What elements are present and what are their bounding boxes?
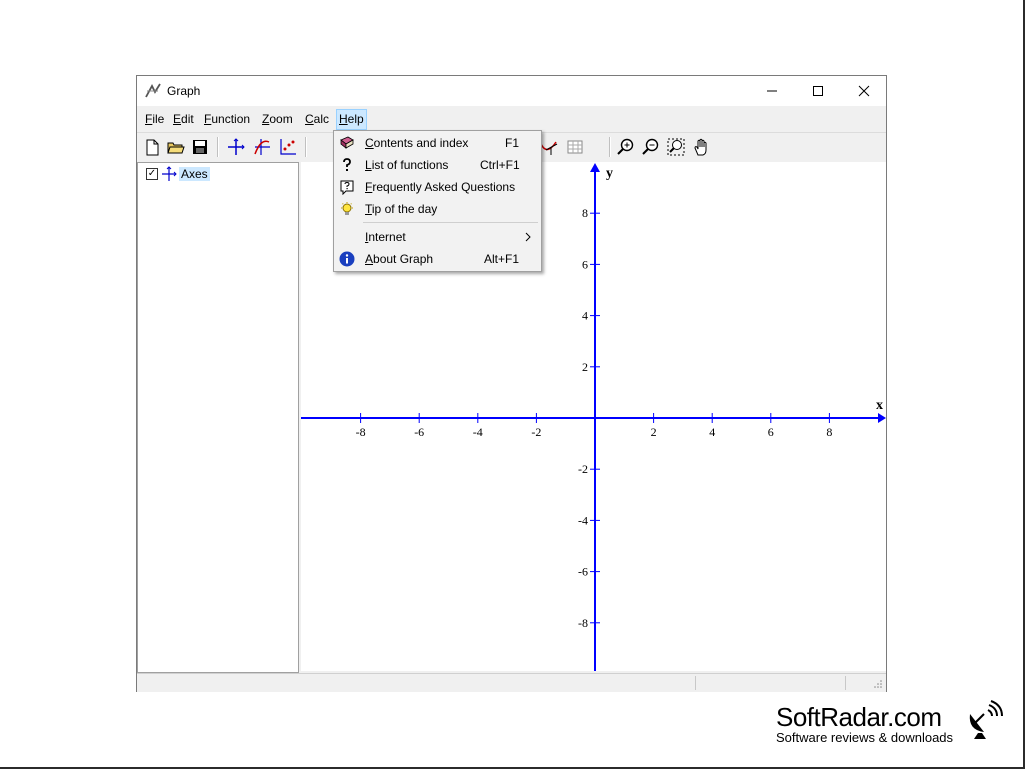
x-tick-label: 2 <box>651 425 657 439</box>
satellite-dish-icon <box>969 700 1003 739</box>
y-tick-label: 2 <box>582 360 588 374</box>
minimize-icon <box>767 90 777 92</box>
open-folder-icon[interactable] <box>165 136 187 158</box>
shortcut-label: F1 <box>505 136 520 150</box>
function-list-panel: ✓ Axes <box>137 162 299 673</box>
zoom-in-icon[interactable] <box>615 136 637 158</box>
zoom-out-icon[interactable] <box>640 136 662 158</box>
submenu-arrow-icon <box>525 232 531 242</box>
y-tick-label: 4 <box>582 309 588 323</box>
menu-edit[interactable]: Edit <box>171 110 196 129</box>
menu-function[interactable]: Function <box>202 110 252 129</box>
close-icon <box>858 85 870 97</box>
x-tick-label: -2 <box>531 425 541 439</box>
faq-icon <box>340 180 354 195</box>
y-tick-label: -2 <box>578 462 588 476</box>
pan-hand-icon[interactable] <box>691 136 713 158</box>
menu-help[interactable]: Help <box>336 109 367 130</box>
y-axis-arrow <box>590 163 600 172</box>
axes-icon <box>162 166 177 181</box>
title-bar[interactable]: Graph <box>137 76 886 106</box>
menu-zoom[interactable]: Zoom <box>260 110 295 129</box>
status-bar <box>137 673 886 692</box>
shortcut-label: Ctrl+F1 <box>480 158 520 172</box>
y-tick-label: 8 <box>582 206 588 220</box>
x-tick-label: 6 <box>768 425 774 439</box>
zoom-window-icon[interactable] <box>665 136 687 158</box>
info-icon <box>339 251 355 267</box>
lightbulb-icon <box>341 202 353 215</box>
help-menu-dropdown: Contents and index F1 List of functions … <box>333 130 542 272</box>
y-tick-label: -8 <box>578 616 588 630</box>
axes-settings-icon[interactable] <box>225 136 247 158</box>
close-button[interactable] <box>841 76 887 106</box>
x-axis-arrow <box>878 413 886 423</box>
menu-bar: File Edit Function Zoom Calc Help <box>137 107 886 132</box>
window-title: Graph <box>167 84 201 98</box>
save-icon[interactable] <box>189 136 211 158</box>
shortcut-label: Alt+F1 <box>484 252 520 266</box>
x-axis-label: x <box>876 398 883 413</box>
watermark-title: SoftRadar.com <box>776 702 942 732</box>
y-tick-label: -4 <box>578 513 588 527</box>
axes-checkbox[interactable]: ✓ <box>146 168 158 180</box>
watermark-subtitle: Software reviews & downloads <box>776 730 954 745</box>
menu-item-faq[interactable]: Frequently Asked Questions <box>334 176 541 198</box>
x-tick-label: -4 <box>473 425 483 439</box>
x-tick-label: 8 <box>826 425 832 439</box>
resize-grip-icon[interactable] <box>873 679 883 689</box>
tree-item-axes[interactable]: ✓ Axes <box>146 166 210 182</box>
table-icon[interactable] <box>564 136 586 158</box>
menu-item-contents-and-index[interactable]: Contents and index F1 <box>334 132 541 154</box>
x-tick-label: -8 <box>356 425 366 439</box>
book-icon <box>340 136 354 149</box>
insert-function-icon[interactable] <box>251 136 273 158</box>
y-axis-label: y <box>606 166 613 181</box>
menu-item-about-graph[interactable]: About Graph Alt+F1 <box>334 248 541 270</box>
y-tick-label: 6 <box>582 257 588 271</box>
insert-points-icon[interactable] <box>277 136 299 158</box>
menu-item-tip-of-the-day[interactable]: Tip of the day <box>334 198 541 220</box>
x-tick-label: -6 <box>414 425 424 439</box>
softradar-watermark: SoftRadar.com Software reviews & downloa… <box>776 702 953 745</box>
y-tick-label: -6 <box>578 565 588 579</box>
new-file-icon[interactable] <box>141 136 163 158</box>
maximize-icon <box>813 86 823 96</box>
maximize-button[interactable] <box>795 76 841 106</box>
minimize-button[interactable] <box>749 76 795 106</box>
question-icon <box>343 158 351 171</box>
graph-app-icon <box>145 83 161 98</box>
menu-calc[interactable]: Calc <box>303 110 331 129</box>
menu-item-list-of-functions[interactable]: List of functions Ctrl+F1 <box>334 154 541 176</box>
menu-file[interactable]: File <box>143 110 166 129</box>
x-tick-label: 4 <box>709 425 715 439</box>
menu-item-internet[interactable]: Internet <box>334 226 541 248</box>
tree-item-label: Axes <box>179 167 210 181</box>
